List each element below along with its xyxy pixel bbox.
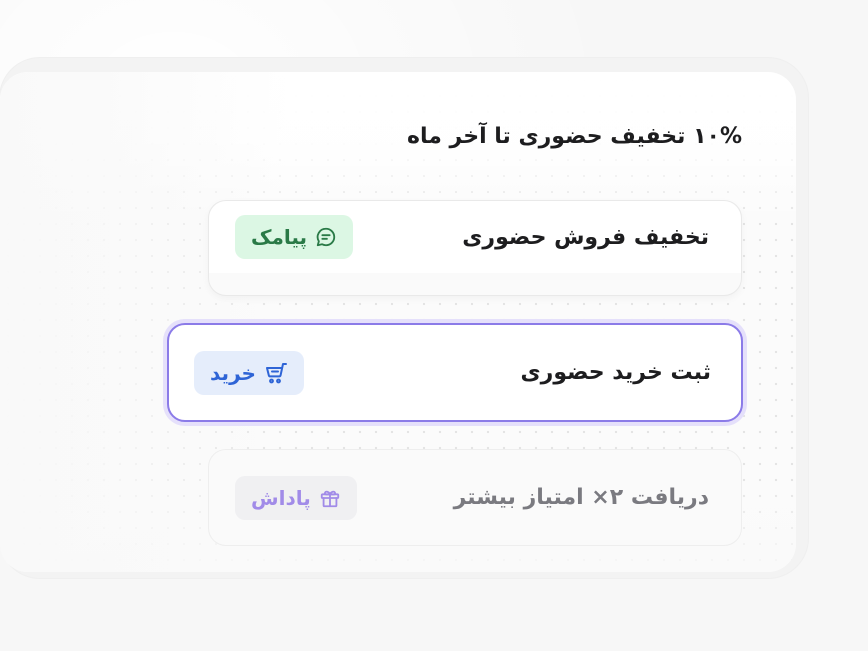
sms-badge-label: پیامک bbox=[251, 225, 308, 249]
reward-badge: پاداش bbox=[235, 475, 357, 520]
purchase-badge: خرید bbox=[194, 350, 304, 395]
step-label-sms: تخفیف فروش حضوری bbox=[462, 224, 709, 250]
card-heading: ۱۰% تخفیف حضوری تا آخر ماه bbox=[407, 124, 742, 149]
stage: ۱۰% تخفیف حضوری تا آخر ماه پیامک تخفیف ف… bbox=[0, 0, 868, 651]
sms-badge: پیامک bbox=[235, 215, 354, 259]
purchase-badge-label: خرید bbox=[210, 360, 256, 385]
step-row-purchase[interactable]: خرید ثبت خرید حضوری bbox=[167, 323, 743, 422]
cart-icon bbox=[264, 362, 288, 384]
step-row-reward[interactable]: پاداش دریافت ۲× امتیاز بیشتر bbox=[208, 449, 742, 546]
step-label-reward: دریافت ۲× امتیاز بیشتر bbox=[453, 485, 709, 510]
step-row-sms[interactable]: پیامک تخفیف فروش حضوری bbox=[208, 200, 742, 296]
message-icon bbox=[315, 226, 337, 248]
step-label-purchase: ثبت خرید حضوری bbox=[520, 360, 711, 385]
reward-badge-label: پاداش bbox=[251, 485, 311, 510]
gift-icon bbox=[319, 487, 341, 509]
